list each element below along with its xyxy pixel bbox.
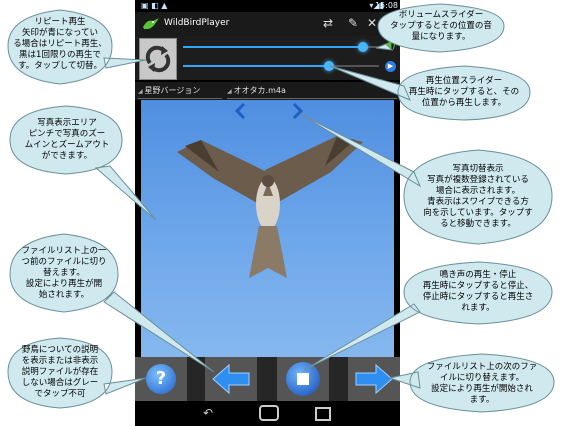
- callout-line: を表示または非表示: [21, 356, 99, 366]
- callout-play-stop-text: 鳴き声の再生・停止 再生時にタップすると停止、 停止時にタップすると再生さ れま…: [406, 270, 550, 314]
- callout-position-text: 再生位置スライダー 再生時にタップすると、その 位置から再生します。: [402, 76, 526, 109]
- callout-line: 鳴き声の再生・停止: [439, 270, 517, 280]
- callout-line: ピンチで写真のズー: [28, 129, 106, 139]
- callout-line: 再生時にタップすると停止、: [422, 281, 534, 291]
- callout-line: 停止時にタップすると再生さ: [422, 292, 534, 302]
- callout-line: 青表示はスワイプできる方: [427, 197, 529, 207]
- callout-photo-switch-text: 写真切替表示 写真が複数登録されている 場合に表示されます。 青表示はスワイプで…: [408, 164, 548, 230]
- callout-line: つ前のファイルに切り: [21, 257, 107, 267]
- callout-line: 再生位置スライダー: [425, 76, 503, 86]
- callout-line: 設定により再生が開始され: [431, 384, 533, 394]
- callout-repeat-text: リピート再生 矢印が青になってい る場合はリピート再生、 黒は1回限りの再生で …: [10, 17, 110, 72]
- callout-line: 量になります。: [411, 32, 471, 42]
- callout-line: ができます。: [41, 151, 93, 161]
- callout-line: イルに切り替えます。: [439, 373, 525, 383]
- callout-line: る場合はリピート再生、: [13, 39, 107, 49]
- callout-line: れます。: [461, 303, 495, 313]
- callout-prev-file-text: ファイルリスト上の一 つ前のファイルに切り 替えます。 設定により再生が開 始さ…: [12, 246, 116, 301]
- callout-line: しない場合はグレー: [21, 378, 99, 388]
- callout-line: 説明ファイルが存在: [21, 367, 99, 377]
- callout-line: 場合に表示されます。: [435, 186, 521, 196]
- callout-line: 写真が複数登録されている: [427, 175, 529, 185]
- callout-photo-text: 写真表示エリア ピンチで写真のズー ムインとズームアウト ができます。: [14, 118, 120, 162]
- callout-line: 黒は1回限りの再生で: [19, 50, 101, 60]
- callout-line: す。タップして切替。: [18, 61, 102, 71]
- callout-line: 始されます。: [38, 290, 90, 300]
- callout-line: ると移動できます。: [440, 219, 516, 229]
- callout-line: ボリュームスライダー: [398, 10, 484, 20]
- callout-help-text: 野鳥についての説明 を表示または非表示 説明ファイルが存在 しない場合はグレー …: [10, 345, 110, 400]
- callout-line: 向を示しています。タップす: [423, 208, 533, 218]
- callout-line: 位置から再生します。: [421, 98, 507, 108]
- callout-line: ファイルリスト上の次のファ: [426, 362, 538, 372]
- callout-line: でタップ不可: [34, 389, 86, 399]
- callout-line: 矢印が青になってい: [21, 28, 99, 38]
- callout-line: 再生時にタップすると、その: [408, 87, 520, 97]
- callout-line: 替えます。: [43, 268, 85, 278]
- callout-next-file-text: ファイルリスト上の次のファ イルに切り替えます。 設定により再生が開始され ます…: [412, 362, 552, 406]
- callout-volume-text: ボリュームスライダー タップするとその位置の音 量になります。: [380, 10, 502, 43]
- callout-line: ファイルリスト上の一: [21, 246, 107, 256]
- callout-line: リピート再生: [34, 17, 86, 27]
- callout-line: 写真表示エリア: [37, 118, 97, 128]
- callout-line: 写真切替表示: [452, 164, 504, 174]
- callout-line: 設定により再生が開: [25, 279, 103, 289]
- callout-line: ムインとズームアウト: [24, 140, 110, 150]
- callout-line: 野鳥についての説明: [21, 345, 99, 355]
- callout-line: ます。: [469, 395, 495, 405]
- callout-line: タップするとその位置の音: [390, 21, 492, 31]
